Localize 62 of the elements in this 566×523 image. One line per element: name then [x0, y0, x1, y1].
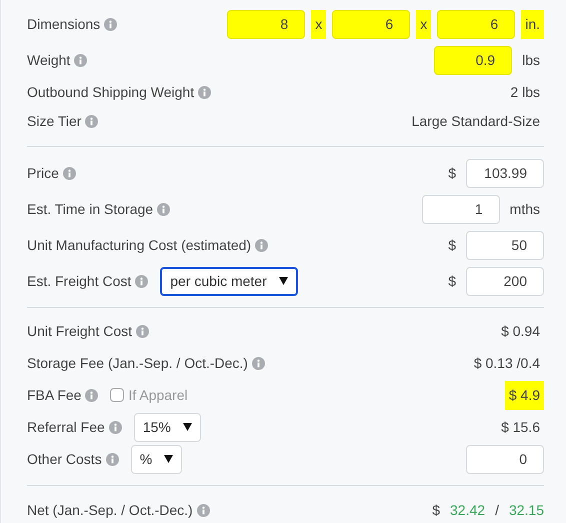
value-text: $ 0.94 — [500, 322, 541, 340]
value-text: $ — [447, 272, 457, 290]
field-label: Referral Fee — [27, 418, 105, 436]
value-text: x — [311, 10, 326, 38]
info-icon[interactable] — [108, 420, 122, 434]
number-field[interactable]: 6 — [332, 10, 410, 38]
info-icon[interactable] — [252, 356, 265, 370]
dropdown-select[interactable]: 15% — [134, 412, 201, 442]
info-icon[interactable] — [135, 274, 148, 288]
info-icon[interactable] — [104, 18, 118, 30]
field-label: Dimensions — [27, 14, 100, 34]
caret-icon — [182, 423, 192, 431]
checkbox[interactable] — [110, 388, 124, 402]
field-label: Weight — [27, 50, 70, 70]
number-field[interactable]: 103.99 — [466, 158, 544, 188]
info-icon[interactable] — [136, 324, 150, 338]
number-field[interactable]: 8 — [227, 10, 306, 38]
field-label: Outbound Shipping Weight — [27, 83, 194, 102]
field-label: Storage Fee (Jan.-Sep. / Oct.-Dec.) — [27, 354, 248, 373]
field-label: Net (Jan.-Sep. / Oct.-Dec.) — [27, 500, 193, 520]
value-text: $ 0.13 /0.4 — [472, 354, 541, 372]
info-icon[interactable] — [157, 202, 170, 216]
field-label: Size Tier — [27, 112, 82, 131]
value-text: $ 4.9 — [504, 380, 544, 410]
field-label: Other Costs — [27, 450, 102, 468]
value-text: $ — [447, 236, 457, 254]
value-text: / — [494, 500, 500, 520]
value-text: $ 15.6 — [500, 418, 541, 436]
value-text: lbs — [521, 50, 541, 70]
number-field[interactable]: 6 — [437, 10, 516, 38]
value-text: x — [416, 10, 432, 38]
info-icon[interactable] — [85, 115, 98, 128]
number-field[interactable]: 1 — [422, 194, 500, 224]
caret-icon — [278, 277, 288, 285]
info-icon[interactable] — [74, 54, 88, 66]
number-field[interactable]: 0 — [466, 444, 544, 474]
amount-text: 32.15 — [508, 500, 544, 520]
amount-text: 32.42 — [450, 500, 486, 520]
caret-icon — [164, 455, 174, 463]
dropdown-select[interactable]: per cubic meter — [160, 266, 298, 296]
field-label: Unit Freight Cost — [27, 322, 132, 341]
value-text: mths — [508, 200, 541, 218]
number-field[interactable]: 50 — [466, 230, 544, 260]
dropdown-select[interactable]: % — [130, 444, 182, 474]
info-icon[interactable] — [85, 388, 98, 402]
field-label: Price — [27, 164, 59, 182]
info-icon[interactable] — [198, 86, 212, 99]
field-label: Unit Manufacturing Cost (estimated) — [27, 236, 252, 255]
info-icon[interactable] — [106, 452, 119, 466]
value-text: Large Standard-Size — [410, 112, 541, 131]
number-field[interactable]: 200 — [466, 266, 544, 296]
value-text: $ — [431, 500, 442, 520]
number-field[interactable]: 0.9 — [434, 46, 512, 74]
value-text: $ — [447, 164, 457, 182]
field-label: FBA Fee — [27, 386, 82, 404]
value-text: 2 lbs — [509, 83, 541, 102]
value-text: in. — [521, 10, 544, 38]
info-icon[interactable] — [62, 166, 76, 180]
field-label: Est. Time in Storage — [27, 200, 154, 219]
info-icon[interactable] — [196, 504, 210, 516]
field-label: Est. Freight Cost — [27, 272, 132, 291]
info-icon[interactable] — [255, 238, 268, 252]
